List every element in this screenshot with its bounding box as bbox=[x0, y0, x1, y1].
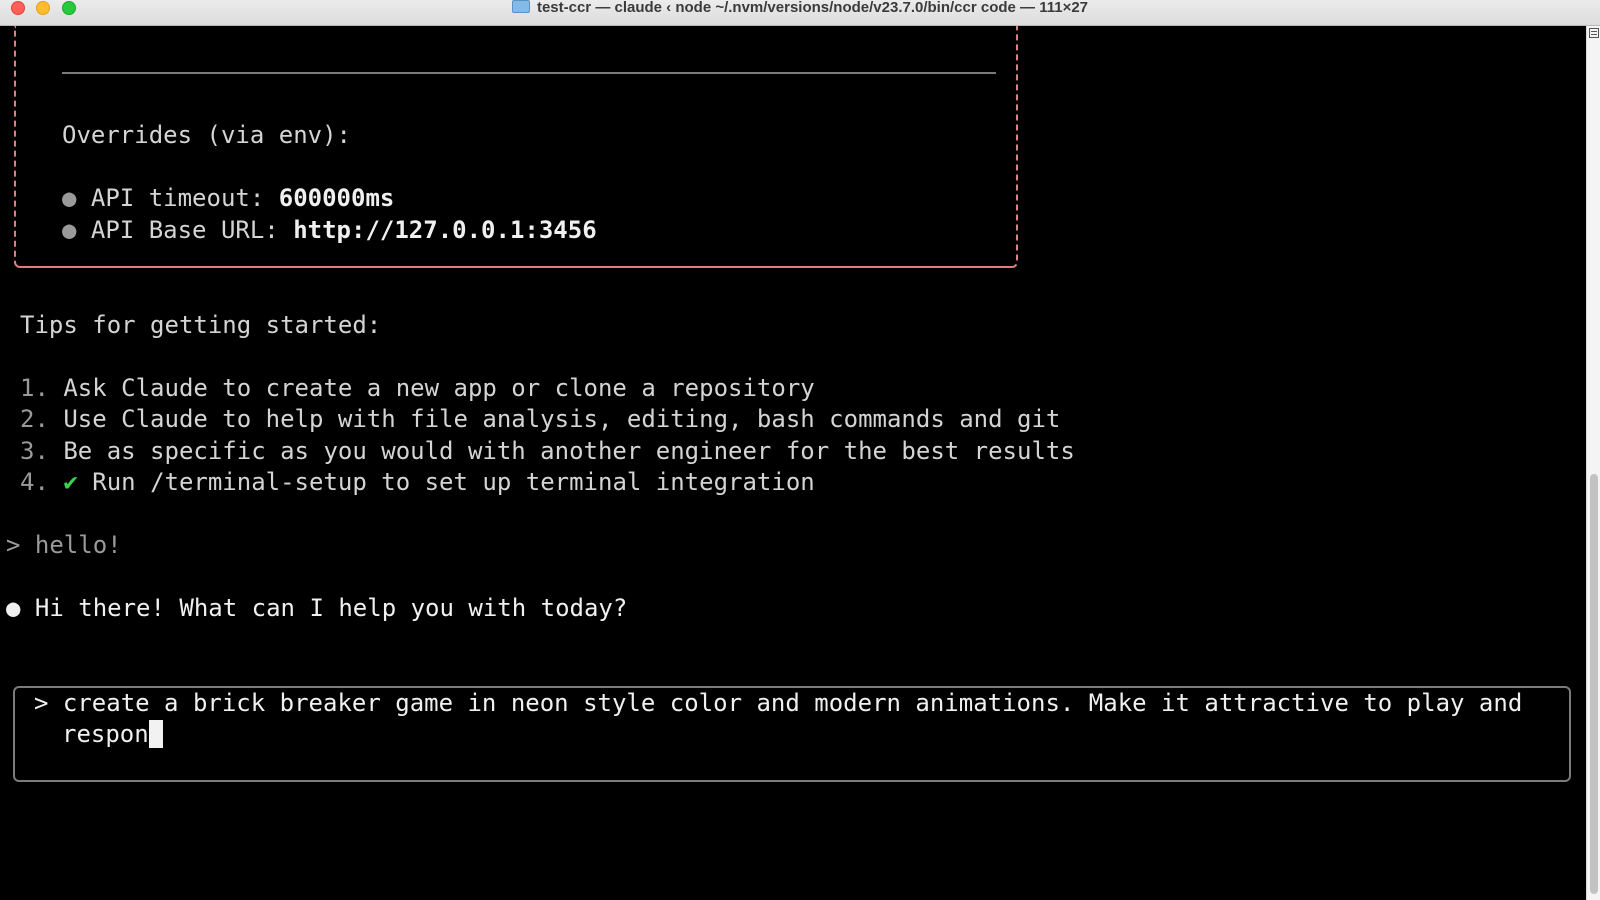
tip-item: 4. ✔ Run /terminal-setup to set up termi… bbox=[20, 467, 815, 497]
bullet-icon: ● bbox=[62, 216, 77, 244]
assistant-bullet-icon: ● bbox=[6, 594, 21, 622]
scrollbar-thumb[interactable] bbox=[1590, 474, 1598, 894]
prompt-input-text-1[interactable]: create a brick breaker game in neon styl… bbox=[63, 689, 1522, 717]
terminal-pane[interactable]: Overrides (via env): ● API timeout: 6000… bbox=[0, 26, 1586, 900]
tip-number: 2. bbox=[20, 405, 49, 433]
scrollbar-menu-icon[interactable] bbox=[1589, 28, 1599, 38]
window-title-text: test-ccr — claude ‹ node ~/.nvm/versions… bbox=[536, 0, 1089, 16]
vertical-scrollbar[interactable] bbox=[1586, 26, 1600, 900]
text-cursor bbox=[148, 720, 163, 748]
assistant-message-text: Hi there! What can I help you with today… bbox=[34, 594, 628, 622]
checkmark-icon: ✔ bbox=[63, 468, 78, 496]
window-title: test-ccr — claude ‹ node ~/.nvm/versions… bbox=[0, 0, 1600, 16]
welcome-divider bbox=[62, 72, 996, 74]
api-base-url-row: ● API Base URL: http://127.0.0.1:3456 bbox=[62, 215, 597, 245]
tip-number: 3. bbox=[20, 437, 49, 465]
tip-text: Use Claude to help with file analysis, e… bbox=[63, 405, 1061, 433]
tips-heading: Tips for getting started: bbox=[20, 311, 382, 339]
tip-text: Be as specific as you would with another… bbox=[63, 437, 1075, 465]
prompt-input-text-2[interactable]: respon bbox=[62, 720, 149, 748]
tip-number: 4. bbox=[20, 468, 49, 496]
window-titlebar: test-ccr — claude ‹ node ~/.nvm/versions… bbox=[0, 0, 1600, 26]
input-chevron-icon: > bbox=[34, 689, 49, 717]
tip-text: Run /terminal-setup to set up terminal i… bbox=[92, 468, 815, 496]
api-timeout-row: ● API timeout: 600000ms bbox=[62, 183, 394, 213]
api-base-url-value: http://127.0.0.1:3456 bbox=[293, 216, 597, 244]
tip-item: 3. Be as specific as you would with anot… bbox=[20, 436, 1075, 466]
tip-item: 1. Ask Claude to create a new app or clo… bbox=[20, 373, 815, 403]
api-base-url-label: API Base URL: bbox=[90, 216, 294, 244]
tip-text: Ask Claude to create a new app or clone … bbox=[63, 374, 815, 402]
tip-item: 2. Use Claude to help with file analysis… bbox=[20, 404, 1060, 434]
api-timeout-label: API timeout: bbox=[90, 184, 279, 212]
prompt-input-line-1[interactable]: > create a brick breaker game in neon st… bbox=[34, 688, 1522, 718]
prompt-input-line-2[interactable]: respon bbox=[62, 719, 163, 749]
user-message: > hello! bbox=[6, 530, 122, 560]
prompt-chevron-icon: > bbox=[6, 531, 21, 559]
api-timeout-value: 600000ms bbox=[278, 184, 395, 212]
bullet-icon: ● bbox=[62, 184, 77, 212]
assistant-message: ● Hi there! What can I help you with tod… bbox=[6, 593, 627, 623]
tip-number: 1. bbox=[20, 374, 49, 402]
folder-icon bbox=[511, 0, 530, 13]
overrides-heading: Overrides (via env): bbox=[62, 121, 351, 149]
user-message-text: hello! bbox=[34, 531, 122, 559]
